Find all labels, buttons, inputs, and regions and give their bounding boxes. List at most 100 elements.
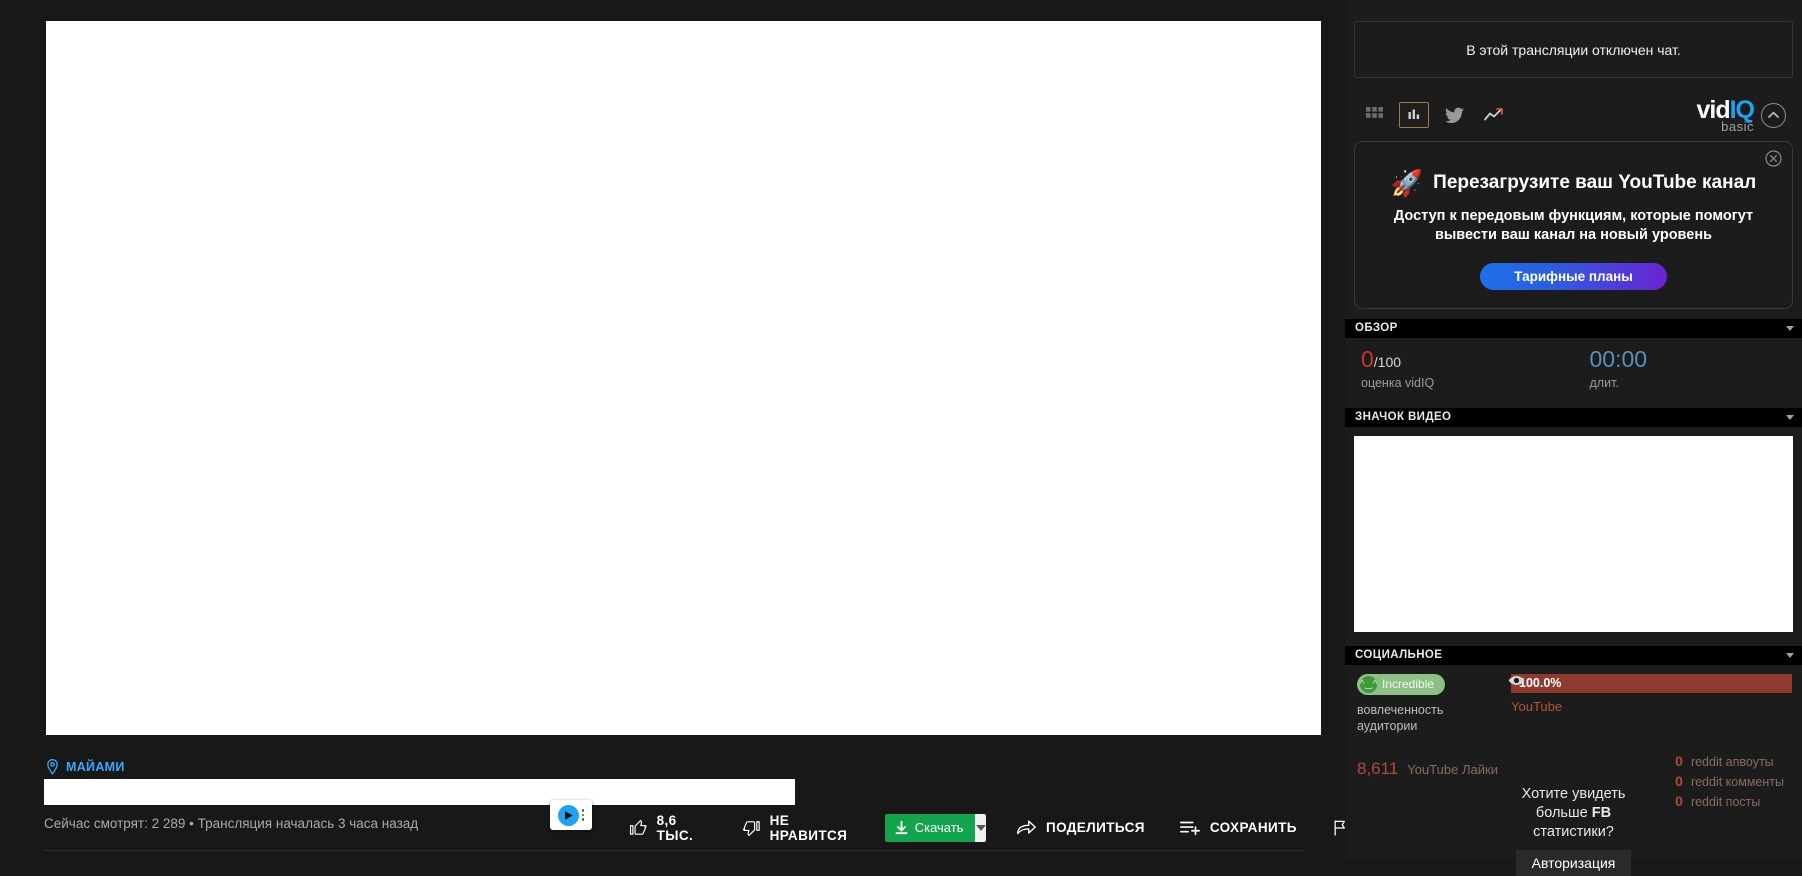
rocket-icon: 🚀 — [1391, 170, 1423, 196]
share-button[interactable]: ПОДЕЛИТЬСЯ — [998, 805, 1162, 850]
collapse-panel-button[interactable] — [1761, 103, 1786, 128]
engagement-row: ^‿^ Incredible вовлеченность аудитории 1… — [1357, 674, 1792, 736]
save-label: СОХРАНИТЬ — [1210, 820, 1297, 835]
facebook-stats-question: Хотите увидеть больше FB статистики? — [1499, 785, 1649, 843]
vidiq-score-label: оценка vidIQ — [1361, 376, 1574, 390]
section-header-social[interactable]: СОЦИАЛЬНОЕ — [1345, 646, 1802, 665]
vidiq-logo-text: vidIQ basic — [1696, 98, 1754, 133]
duration-value: 00:00 — [1590, 348, 1802, 371]
page-root: МАЙАМИ Сейчас смотрят: 2 289 • Трансляци… — [0, 0, 1802, 858]
reddit-upvotes-label: reddit апвоуты — [1691, 755, 1774, 769]
reddit-comments-label: reddit комменты — [1691, 775, 1784, 789]
download-arrow-icon — [895, 821, 908, 835]
twitter-icon[interactable] — [1439, 102, 1469, 128]
video-player[interactable] — [46, 21, 1321, 735]
social-panel: ^‿^ Incredible вовлеченность аудитории 1… — [1345, 665, 1802, 830]
location-pin-icon — [46, 759, 59, 775]
vidiq-floating-button[interactable] — [550, 800, 592, 830]
section-header-social-label: СОЦИАЛЬНОЕ — [1355, 649, 1442, 661]
promo-card: 🚀 Перезагрузите ваш YouTube канал Доступ… — [1354, 141, 1793, 309]
section-header-thumbnail-label: ЗНАЧОК ВИДЕО — [1355, 411, 1451, 423]
geo-tag[interactable]: МАЙАМИ — [46, 756, 125, 778]
engagement-block: ^‿^ Incredible вовлеченность аудитории — [1357, 674, 1497, 736]
download-button[interactable]: Скачать — [885, 814, 976, 842]
vidiq-icon-toolbar: vidIQ basic — [1345, 98, 1802, 132]
share-source-block: 100.0% YouTube — [1511, 674, 1792, 736]
chevron-up-icon — [1768, 111, 1779, 119]
facebook-stats-prompt: Хотите увидеть больше FB статистики? Авт… — [1499, 785, 1649, 876]
fb-question-bold: FB — [1592, 805, 1611, 821]
section-header-overview-label: ОБЗОР — [1355, 322, 1398, 334]
vidiq-sidebar: В этой трансляции отключен чат. — [1345, 0, 1802, 858]
fb-question-part2: статистики? — [1533, 824, 1614, 840]
chevron-down-icon — [976, 825, 986, 831]
chevron-down-icon — [1786, 415, 1794, 420]
dislike-button[interactable]: НЕ НРАВИТСЯ — [725, 805, 873, 850]
youtube-likes-label: YouTube Лайки — [1407, 762, 1498, 777]
reddit-metrics: 0 reddit апвоуты 0 reddit комменты 0 red… — [1673, 753, 1784, 813]
download-label: Скачать — [915, 820, 964, 835]
share-label: ПОДЕЛИТЬСЯ — [1046, 820, 1145, 835]
stats-bars-icon[interactable] — [1399, 102, 1429, 128]
save-button[interactable]: СОХРАНИТЬ — [1162, 805, 1314, 850]
duration-label: длит. — [1590, 376, 1802, 390]
facebook-auth-button[interactable]: Авторизация — [1516, 850, 1632, 876]
vidiq-logo[interactable]: vidIQ basic — [1696, 98, 1786, 133]
chat-disabled-text: В этой трансляции отключен чат. — [1466, 42, 1681, 58]
youtube-likes-value: 8,611 — [1357, 759, 1398, 779]
list-item: 0 reddit комменты — [1673, 773, 1784, 789]
share-bar-source: YouTube — [1511, 699, 1792, 714]
promo-header: 🚀 Перезагрузите ваш YouTube канал — [1371, 170, 1776, 196]
engagement-badge-label: Incredible — [1382, 677, 1434, 691]
close-icon[interactable] — [1765, 150, 1782, 167]
vidiq-menu-dots-icon[interactable] — [582, 809, 585, 821]
save-to-playlist-icon — [1179, 817, 1201, 839]
download-dropdown-button[interactable] — [975, 814, 986, 842]
like-button[interactable]: 8,6 ТЫС. — [612, 805, 725, 850]
reddit-comments-value: 0 — [1673, 773, 1683, 789]
list-item: 0 reddit апвоуты — [1673, 753, 1784, 769]
geo-tag-label: МАЙАМИ — [66, 760, 125, 774]
section-header-thumbnail[interactable]: ЗНАЧОК ВИДЕО — [1345, 408, 1802, 427]
trending-up-icon[interactable] — [1479, 102, 1509, 128]
smiley-face-icon: ^‿^ — [1360, 676, 1377, 693]
video-column: МАЙАМИ Сейчас смотрят: 2 289 • Трансляци… — [0, 0, 1340, 858]
engagement-badge: ^‿^ Incredible — [1357, 674, 1445, 695]
list-item: 0 reddit посты — [1673, 793, 1784, 809]
share-bar: 100.0% — [1511, 674, 1792, 693]
chevron-down-icon — [1786, 653, 1794, 658]
thumbs-up-icon — [629, 817, 648, 839]
reddit-posts-label: reddit посты — [1691, 795, 1760, 809]
like-count: 8,6 ТЫС. — [657, 813, 708, 843]
promo-cta-row: Тарифные планы — [1371, 263, 1776, 290]
share-arrow-icon — [1015, 817, 1037, 839]
vidiq-score-metric: 0/100 оценка vidIQ — [1345, 348, 1574, 390]
reddit-upvotes-value: 0 — [1673, 753, 1683, 769]
vidiq-score-value: 0 — [1361, 346, 1374, 372]
video-title-placeholder — [44, 779, 795, 805]
pricing-plans-button[interactable]: Тарифные планы — [1480, 263, 1667, 290]
reddit-posts-value: 0 — [1673, 793, 1683, 809]
grid-view-icon[interactable] — [1359, 102, 1389, 128]
overview-metrics: 0/100 оценка vidIQ 00:00 длит. — [1345, 338, 1802, 398]
download-button-group: Скачать — [885, 814, 986, 842]
chat-disabled-banner: В этой трансляции отключен чат. — [1354, 21, 1793, 78]
eye-icon[interactable] — [1508, 673, 1525, 691]
dislike-label: НЕ НРАВИТСЯ — [770, 813, 856, 843]
video-action-bar: 8,6 ТЫС. НЕ НРАВИТСЯ Скачать — [612, 805, 1368, 850]
chevron-down-icon — [1786, 326, 1794, 331]
vidiq-score-suffix: /100 — [1374, 354, 1401, 370]
share-bar-value: 100.0% — [1519, 676, 1561, 690]
promo-body: Доступ к передовым функциям, которые пом… — [1371, 207, 1776, 246]
video-meta-text: Сейчас смотрят: 2 289 • Трансляция начал… — [44, 816, 418, 831]
duration-metric: 00:00 длит. — [1574, 348, 1802, 390]
video-thumbnail-preview[interactable] — [1354, 436, 1793, 632]
logo-tier-label: basic — [1721, 120, 1754, 133]
vidiq-play-icon — [558, 805, 579, 826]
engagement-caption: вовлеченность аудитории — [1357, 702, 1497, 736]
thumbs-down-icon — [742, 817, 761, 839]
youtube-likes-metric: 8,611 YouTube Лайки — [1357, 759, 1498, 779]
promo-title: Перезагрузите ваш YouTube канал — [1433, 172, 1756, 194]
content-divider — [44, 850, 1304, 851]
section-header-overview[interactable]: ОБЗОР — [1345, 319, 1802, 338]
